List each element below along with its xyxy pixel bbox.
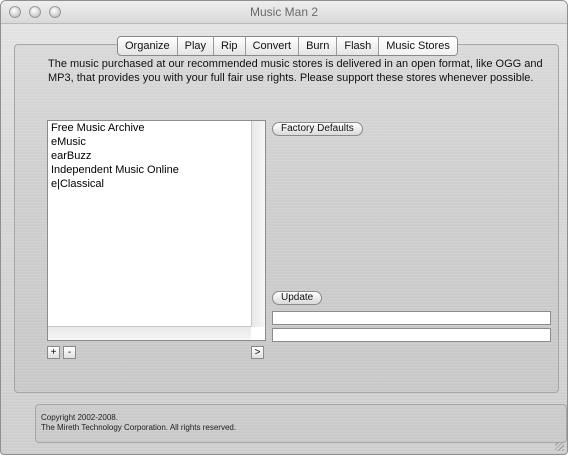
store-name-field[interactable] (272, 311, 551, 325)
list-item[interactable]: eMusic (48, 135, 251, 149)
tab-bar: Organize Play Rip Convert Burn Flash Mus… (117, 36, 458, 56)
tab-convert[interactable]: Convert (246, 37, 300, 55)
vertical-scrollbar[interactable] (251, 121, 265, 327)
copyright-notice: Copyright 2002-2008. The Mireth Technolo… (41, 413, 236, 433)
list-item[interactable]: earBuzz (48, 149, 251, 163)
tab-rip[interactable]: Rip (214, 37, 246, 55)
window-title: Music Man 2 (249, 5, 319, 19)
remove-store-button[interactable]: - (63, 346, 76, 359)
store-url-field[interactable] (272, 328, 551, 342)
stores-list[interactable]: Free Music Archive eMusic earBuzz Indepe… (47, 120, 266, 341)
list-item[interactable]: Free Music Archive (48, 121, 251, 135)
update-button[interactable]: Update (272, 291, 323, 305)
main-window: Music Man 2 Organize Play Rip Convert Bu… (0, 0, 568, 455)
tab-flash[interactable]: Flash (337, 37, 380, 55)
add-store-button[interactable]: + (47, 346, 60, 359)
tab-music-stores[interactable]: Music Stores (379, 37, 457, 55)
resize-grip-icon[interactable] (555, 442, 564, 451)
list-item[interactable]: e|Classical (48, 177, 251, 191)
music-stores-description: The music purchased at our recommended m… (48, 58, 543, 84)
tab-organize[interactable]: Organize (118, 37, 178, 55)
list-item[interactable]: Independent Music Online (48, 163, 251, 177)
factory-defaults-button[interactable]: Factory Defaults (272, 122, 363, 136)
horizontal-scrollbar[interactable] (48, 326, 251, 340)
tab-burn[interactable]: Burn (299, 37, 338, 55)
tab-play[interactable]: Play (178, 37, 215, 55)
open-store-button[interactable]: > (251, 346, 264, 359)
title-bar[interactable]: Music Man 2 (1, 1, 567, 24)
copyright-line-2: The Mireth Technology Corporation. All r… (41, 423, 237, 432)
copyright-line-1: Copyright 2002-2008. (41, 413, 118, 422)
